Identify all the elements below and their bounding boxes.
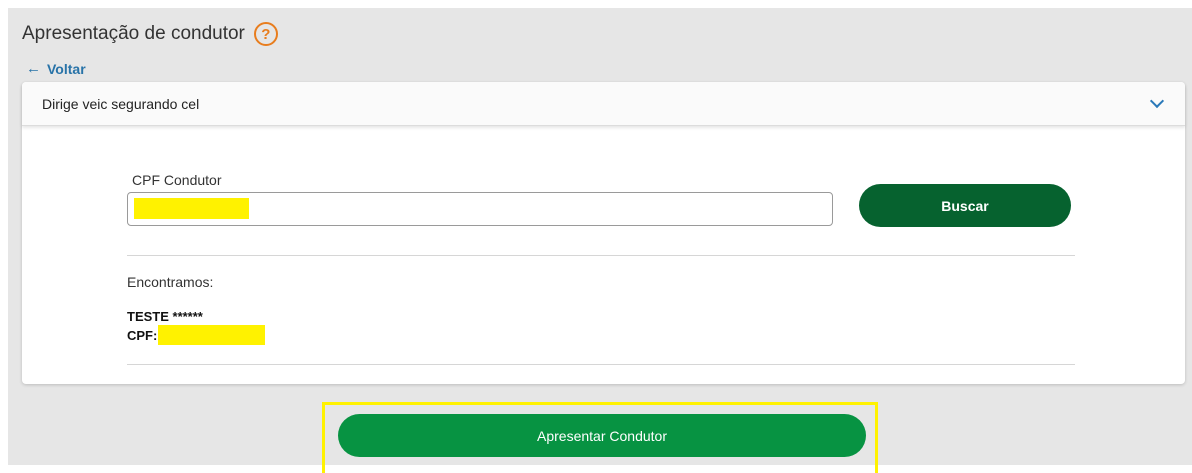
chevron-down-icon[interactable]: [1149, 93, 1165, 108]
driver-cpf-label: CPF:: [127, 328, 158, 343]
redacted-cpf-value: [134, 198, 249, 219]
back-link[interactable]: ← Voltar: [26, 60, 86, 77]
driver-name: TESTE ******: [127, 309, 203, 324]
back-link-label: Voltar: [47, 60, 86, 77]
present-driver-button[interactable]: Apresentar Condutor: [338, 414, 866, 457]
cpf-input[interactable]: [127, 192, 833, 226]
page-background: Apresentação de condutor ? ← Voltar Diri…: [8, 8, 1192, 473]
infraction-accordion-header[interactable]: Dirige veic segurando cel: [22, 82, 1185, 126]
divider: [127, 364, 1075, 365]
divider: [127, 255, 1075, 256]
found-label: Encontramos:: [127, 274, 214, 290]
main-card: Dirige veic segurando cel CPF Condutor B…: [22, 82, 1185, 384]
page-title: Apresentação de condutor: [22, 23, 245, 44]
title-row: Apresentação de condutor ?: [22, 22, 278, 46]
back-arrow-icon: ←: [26, 60, 41, 77]
accordion-label: Dirige veic segurando cel: [42, 95, 200, 112]
driver-cpf-row: CPF:: [127, 325, 266, 345]
cpf-field-label: CPF Condutor: [132, 172, 222, 188]
help-question-icon[interactable]: ?: [253, 22, 278, 46]
search-button[interactable]: Buscar: [859, 184, 1071, 227]
redacted-driver-cpf: [158, 325, 266, 345]
